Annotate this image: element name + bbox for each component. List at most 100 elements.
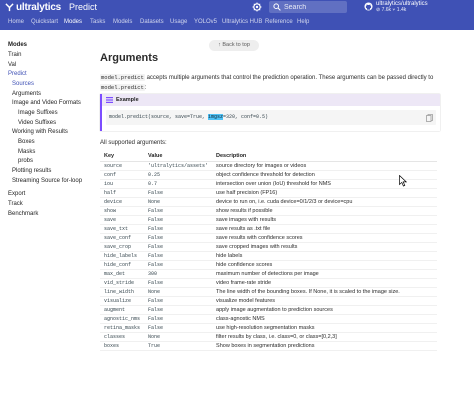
table-row: retina_masks False use high-resolution seg…	[100, 323, 437, 333]
cell-value: False	[144, 206, 213, 216]
cell-key: visualize	[100, 296, 145, 306]
table-row: device None device to run on, i.e. cuda de…	[100, 197, 437, 207]
sidebar: Modes Train Val Predict Sources Argument…	[0, 30, 92, 414]
back-to-top-button[interactable]: ↑ Back to top	[209, 40, 259, 51]
cell-key: device	[100, 197, 145, 207]
table-row: save_crop False save cropped images with r…	[100, 242, 437, 252]
cell-value: False	[144, 314, 213, 324]
sidebar-item-export[interactable]: Export	[8, 190, 25, 198]
cell-description: use half precision (FP16)	[212, 188, 437, 198]
sidebar-item-image-suffixes[interactable]: Image Suffixes	[18, 109, 58, 117]
tab-yolov5[interactable]: YOLOv5	[194, 19, 217, 26]
cell-description: apply image augmentation to prediction s…	[212, 305, 437, 315]
table-row: save_txt False save results as .txt file	[100, 224, 437, 234]
cell-value: False	[144, 188, 213, 198]
sidebar-item-boxes[interactable]: Boxes	[18, 138, 35, 146]
cell-description: save results as .txt file	[212, 224, 437, 234]
tab-home[interactable]: Home	[8, 19, 24, 26]
cell-description: device to run on, i.e. cuda device=0/1/2…	[212, 197, 437, 207]
code-highlight: imgsz	[208, 114, 224, 120]
sidebar-item-train[interactable]: Train	[8, 51, 21, 59]
inline-code: model.predict	[100, 74, 145, 81]
cell-key: save_conf	[100, 233, 145, 243]
search-box[interactable]	[269, 1, 347, 13]
copy-icon[interactable]	[426, 114, 433, 122]
cell-key: show	[100, 206, 145, 216]
table-row: visualize False visualize model features	[100, 296, 437, 306]
section-heading: Arguments	[100, 52, 159, 64]
cell-value: None	[144, 287, 213, 297]
sidebar-item-video-suffixes[interactable]: Video Suffixes	[18, 119, 56, 127]
table-row: classes None filter results by class, i.e.…	[100, 332, 437, 342]
sidebar-item-masks[interactable]: Masks	[18, 148, 35, 156]
theme-toggle-icon[interactable]	[252, 2, 262, 12]
tab-tasks[interactable]: Tasks	[90, 19, 105, 26]
tab-quickstart[interactable]: Quickstart	[31, 19, 58, 26]
sidebar-item-arguments[interactable]: Arguments	[12, 90, 41, 98]
ultralytics-logo-icon	[5, 3, 14, 12]
supported-arguments-label: All supported arguments:	[100, 140, 167, 146]
table-row: boxes True Show boxes in segmentation pred…	[100, 341, 437, 351]
cell-key: line_width	[100, 287, 145, 297]
table-row: save_conf False save results with confiden…	[100, 233, 437, 243]
cell-value: False	[144, 233, 213, 243]
logo[interactable]: ultralytics	[5, 2, 61, 13]
tab-modes[interactable]: Modes	[64, 19, 82, 26]
cell-key: iou	[100, 179, 145, 189]
cell-description: filter results by class, i.e. class=0, o…	[212, 332, 437, 342]
sidebar-item-predict[interactable]: Predict	[8, 70, 27, 78]
tab-help[interactable]: Help	[297, 19, 309, 26]
cell-value: None	[144, 197, 213, 207]
table-row: iou 0.7 intersection over union (IoU) thre…	[100, 179, 437, 189]
table-header-row: Key Value Description	[100, 151, 437, 162]
search-icon	[273, 3, 281, 11]
cell-key: boxes	[100, 341, 145, 351]
tab-reference[interactable]: Reference	[265, 19, 293, 26]
table-row: line_width None The line width of the boun…	[100, 287, 437, 297]
main-content: ↑ Back to top Arguments model.predict ac…	[96, 30, 474, 414]
cell-key: save	[100, 215, 145, 225]
cell-value: True	[144, 341, 213, 351]
cell-key: source	[100, 161, 145, 171]
inline-code: model.predict	[100, 84, 145, 91]
sidebar-item-sources[interactable]: Sources	[12, 80, 34, 88]
code-block[interactable]: model.predict(source, save=True, imgsz=3…	[106, 110, 436, 125]
cell-value: None	[144, 332, 213, 342]
sidebar-item-val[interactable]: Val	[8, 61, 16, 69]
search-input[interactable]	[284, 1, 344, 13]
sidebar-item-working-with-results[interactable]: Working with Results	[12, 128, 68, 136]
mouse-cursor-icon	[399, 175, 407, 187]
cell-description: hide confidence scores	[212, 260, 437, 270]
cell-key: classes	[100, 332, 145, 342]
sidebar-item-probs[interactable]: probs	[18, 157, 33, 165]
tab-models[interactable]: Models	[113, 19, 132, 26]
cell-key: max_det	[100, 269, 145, 279]
arguments-paragraph: model.predict accepts multiple arguments…	[100, 73, 438, 93]
cell-value: 0.7	[144, 179, 213, 189]
sidebar-item-image-video-formats[interactable]: Image and Video Formats	[12, 99, 81, 107]
sidebar-item-plotting-results[interactable]: Plotting results	[12, 167, 51, 175]
code-before: model.predict(source, save=True,	[109, 114, 209, 120]
cell-value: False	[144, 296, 213, 306]
tab-ultralytics-hub[interactable]: Ultralytics HUB	[222, 19, 262, 26]
sidebar-item-benchmark[interactable]: Benchmark	[8, 210, 38, 218]
paragraph-end: :	[144, 85, 147, 91]
sidebar-item-track[interactable]: Track	[8, 200, 23, 208]
example-admonition: Example model.predict(source, save=True,…	[100, 94, 440, 131]
table-row: show False show results if possible	[100, 206, 437, 216]
table-row: hide_conf False hide confidence scores	[100, 260, 437, 270]
cell-key: save_txt	[100, 224, 145, 234]
tab-datasets[interactable]: Datasets	[140, 19, 164, 26]
cell-description: use high-resolution segmentation masks	[212, 323, 437, 333]
table-row: source'ultralytics/assets' source directo…	[100, 161, 437, 171]
sidebar-item-streaming-source[interactable]: Streaming Source for-loop	[12, 177, 82, 185]
cell-description: source directory for images or videos	[212, 161, 437, 171]
tab-usage[interactable]: Usage	[170, 19, 187, 26]
cell-key: agnostic_nms	[100, 314, 145, 324]
cell-value: False	[144, 251, 213, 261]
cell-value: 'ultralytics/assets'	[144, 161, 213, 171]
table-row: save False save images with results	[100, 215, 437, 225]
table-row: max_det 300 maximum number of detections p…	[100, 269, 437, 279]
github-icon	[364, 2, 373, 11]
cell-key: retina_masks	[100, 323, 145, 333]
